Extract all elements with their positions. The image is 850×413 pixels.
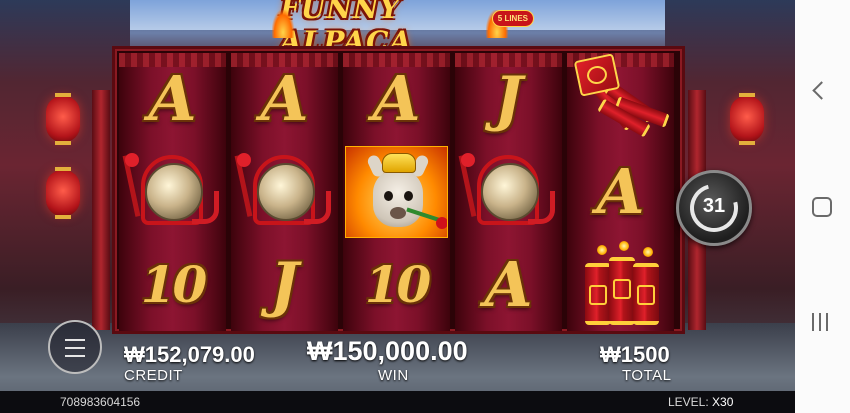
symbol-a: A	[372, 62, 421, 135]
symbol-a: A	[596, 155, 645, 228]
menu-button[interactable]	[48, 320, 102, 374]
symbol-10: 10	[364, 255, 432, 314]
recent-apps-icon[interactable]	[812, 313, 830, 331]
reel-cell: A	[231, 53, 338, 145]
reel-cell	[119, 146, 226, 238]
lantern-icon	[46, 93, 80, 145]
home-square-icon[interactable]	[812, 197, 832, 217]
win-value: ₩150,000.00	[307, 336, 468, 366]
lines-badge: 5 LINES	[491, 10, 534, 27]
left-pillar	[92, 90, 110, 330]
reel-cell: A	[119, 53, 226, 145]
firecracker-bundle-icon	[573, 53, 670, 141]
symbol-a: A	[484, 248, 533, 321]
reel-5: A	[567, 53, 674, 331]
gong-icon	[234, 151, 333, 233]
android-nav-bar	[795, 0, 850, 413]
lantern-icon	[730, 93, 764, 145]
symbol-j: J	[494, 64, 523, 134]
status-bar: 708983604156 LEVEL: X30	[0, 391, 795, 413]
hamburger-menu-icon	[65, 339, 85, 341]
symbol-j: J	[270, 250, 299, 320]
gong-icon	[458, 151, 557, 233]
credit-value: ₩152,079.00	[124, 342, 255, 367]
reel-cell: 10	[343, 239, 450, 331]
reel-cell	[567, 53, 674, 145]
flame-icon	[272, 10, 294, 38]
reel-2: A J	[231, 53, 338, 331]
gong-icon	[122, 151, 221, 233]
credit-label: CREDIT	[124, 367, 183, 384]
alpaca-wild-icon	[345, 146, 448, 238]
reel-cell	[567, 239, 674, 331]
chevron-left-icon[interactable]	[812, 81, 831, 100]
big-firecrackers-icon	[573, 241, 669, 327]
level-multiplier: X30	[712, 395, 734, 409]
auto-spin-button[interactable]: 31	[676, 170, 752, 246]
level-label: LEVEL:	[668, 395, 709, 409]
game-logo: FUNNY ALPACA 5 LINES	[272, 0, 534, 58]
lantern-icon	[46, 167, 80, 219]
reel-cell: A	[343, 53, 450, 145]
level-indicator: LEVEL: X30	[668, 395, 733, 409]
reel-cell: J	[231, 239, 338, 331]
reel-cell	[455, 146, 562, 238]
reel-4: J A	[455, 53, 562, 331]
reel-frame: A 10 A J A 10 J A A	[112, 46, 685, 334]
reel-cell: A	[567, 146, 674, 238]
reel-cell	[231, 146, 338, 238]
total-bet-value: ₩1500	[600, 342, 670, 367]
reel-cell: 10	[119, 239, 226, 331]
symbol-a: A	[260, 62, 309, 135]
symbol-a: A	[148, 62, 197, 135]
reel-cell: J	[455, 53, 562, 145]
symbol-10: 10	[140, 255, 208, 314]
total-bet-label: TOTAL	[622, 367, 672, 384]
session-id: 708983604156	[60, 395, 141, 409]
reel-cell: A	[455, 239, 562, 331]
auto-spin-count: 31	[702, 195, 726, 217]
reel-3: A 10	[343, 53, 450, 331]
win-label: WIN	[378, 367, 409, 384]
reel-1: A 10	[119, 53, 226, 331]
game-viewport[interactable]: FUNNY ALPACA 5 LINES A 10 A J A 10 J A A…	[0, 0, 795, 413]
